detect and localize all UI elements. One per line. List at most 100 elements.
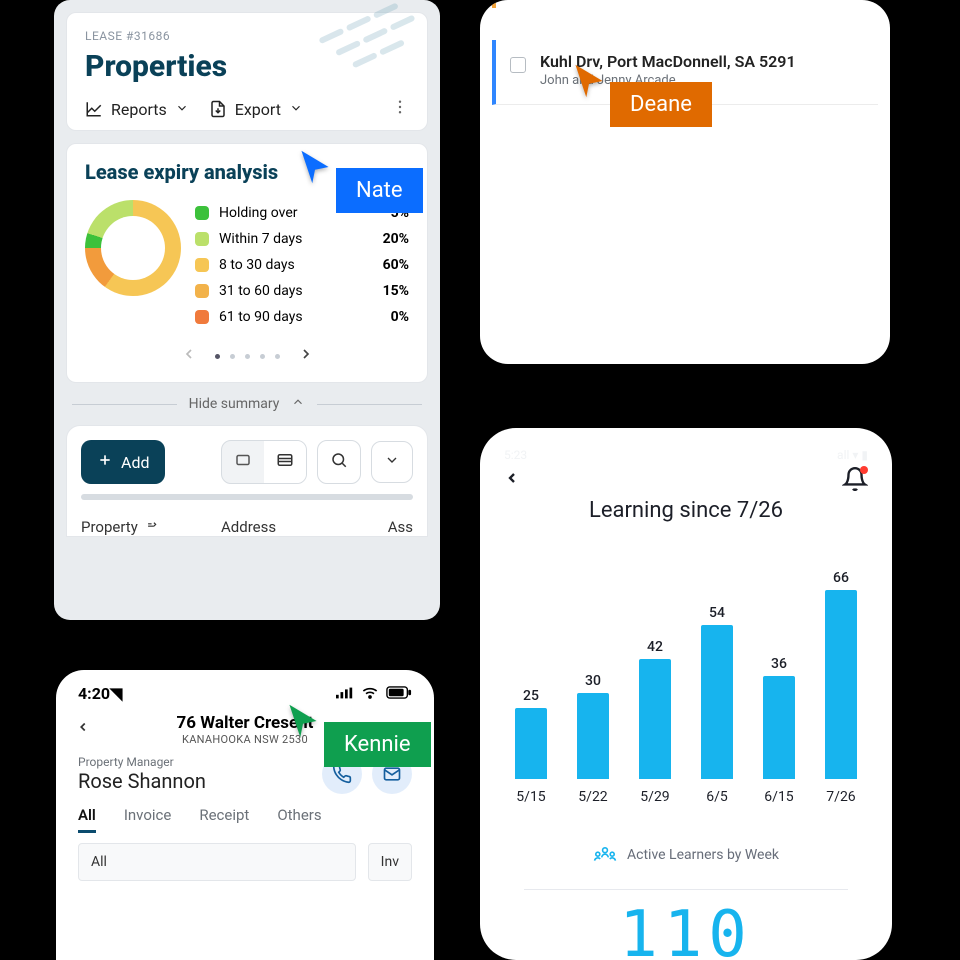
lease-expiry-donut-chart <box>85 200 181 296</box>
bar-chart: 253042543666 <box>508 549 864 779</box>
learners-big-number: 110 <box>504 898 868 960</box>
properties-table-card: Add Property Address Ass <box>66 425 428 537</box>
chevron-down-icon <box>289 100 303 119</box>
xaxis-tick: 5/15 <box>508 789 554 805</box>
view-card-button[interactable] <box>222 441 264 483</box>
bar <box>639 659 671 779</box>
collab-cursor-deane: Deane <box>572 62 712 127</box>
wifi-icon <box>362 684 378 703</box>
cursor-icon <box>286 702 320 740</box>
bar <box>701 625 733 779</box>
phone-icon <box>332 764 352 784</box>
chevron-up-icon <box>291 395 305 413</box>
xaxis-tick: 5/22 <box>570 789 616 805</box>
tab-all[interactable]: All <box>78 806 96 833</box>
xaxis-tick: 6/15 <box>756 789 802 805</box>
column-address[interactable]: Address <box>221 518 276 536</box>
hide-summary-label: Hide summary <box>189 396 280 412</box>
divider <box>524 889 848 890</box>
search-button[interactable] <box>317 440 361 484</box>
legend-row: 31 to 60 days15% <box>195 278 409 304</box>
expand-button[interactable] <box>371 441 413 483</box>
column-ass[interactable]: Ass <box>388 518 413 536</box>
more-menu-button[interactable] <box>391 98 409 120</box>
bar <box>825 590 857 779</box>
add-button[interactable]: Add <box>81 440 165 484</box>
chart-xaxis: 5/15 5/22 5/29 6/5 6/15 7/26 <box>508 789 864 805</box>
bar-value-label: 25 <box>523 688 539 704</box>
bar <box>515 708 547 779</box>
column-property[interactable]: Property <box>81 518 211 536</box>
property-list-panel: Kuhl Drv, Port MacDonnell, SA 5291 John … <box>480 0 890 364</box>
tab-receipt[interactable]: Receipt <box>199 806 249 833</box>
row-checkbox[interactable] <box>510 57 526 73</box>
horizontal-scrollbar[interactable] <box>81 494 413 500</box>
list-row-cut <box>492 0 878 8</box>
bar-column: 66 <box>818 570 864 779</box>
back-button[interactable] <box>504 466 520 496</box>
bar-column: 25 <box>508 688 554 779</box>
collab-cursor-kennie: Kennie <box>286 702 431 767</box>
plus-icon <box>97 452 113 472</box>
notifications-button[interactable] <box>842 466 868 496</box>
table-header: Property Address Ass <box>81 518 413 536</box>
pager-prev-button[interactable] <box>181 346 197 366</box>
bar-column: 36 <box>756 656 802 779</box>
cursor-label: Kennie <box>324 722 431 767</box>
xaxis-tick: 7/26 <box>818 789 864 805</box>
export-label: Export <box>235 100 281 119</box>
legend-row: Within 7 days20% <box>195 226 409 252</box>
people-icon <box>593 845 617 865</box>
chart-icon <box>85 100 103 118</box>
phone-statusbar: 5:23all ▾ ▮ <box>504 448 868 462</box>
chevron-down-icon <box>384 452 400 468</box>
bar-column: 54 <box>694 605 740 779</box>
search-icon <box>330 451 348 469</box>
view-toggle <box>221 440 307 484</box>
pager-dots <box>215 354 280 359</box>
filter-all-dropdown[interactable]: All <box>78 843 356 881</box>
tab-invoice[interactable]: Invoice <box>124 806 172 833</box>
bar-value-label: 66 <box>833 570 849 586</box>
sort-icon <box>144 518 158 536</box>
bar <box>577 693 609 779</box>
add-label: Add <box>121 453 149 472</box>
export-button[interactable]: Export <box>209 100 303 119</box>
pm-label: Property Manager <box>78 755 206 769</box>
filter-inv-dropdown[interactable]: Inv <box>368 843 412 881</box>
download-icon <box>209 100 227 118</box>
properties-panel: LEASE #31686 Properties Reports Export <box>54 0 440 620</box>
cursor-label: Nate <box>336 168 423 213</box>
back-button[interactable] <box>76 717 90 743</box>
tab-others[interactable]: Others <box>277 806 321 833</box>
bar-column: 30 <box>570 673 616 779</box>
bar <box>763 676 795 779</box>
learning-chart-panel: 5:23all ▾ ▮ Learning since 7/26 25304254… <box>480 428 892 960</box>
detail-tabs: All Invoice Receipt Others <box>56 794 434 833</box>
pager-next-button[interactable] <box>298 346 314 366</box>
cursor-icon <box>572 62 606 100</box>
card-pager <box>85 346 409 366</box>
xaxis-tick: 5/29 <box>632 789 678 805</box>
battery-icon <box>386 684 412 703</box>
chart-legend: Active Learners by Week <box>504 845 868 865</box>
status-time: 4:20◥ <box>78 684 122 703</box>
bar-value-label: 30 <box>585 673 601 689</box>
bar-value-label: 54 <box>709 605 725 621</box>
legend-row: 61 to 90 days0% <box>195 304 409 330</box>
cursor-icon <box>298 148 332 186</box>
phone-statusbar: 4:20◥ <box>56 670 434 703</box>
view-list-button[interactable] <box>264 441 306 483</box>
pm-name: Rose Shannon <box>78 769 206 793</box>
reports-label: Reports <box>111 100 167 119</box>
chevron-down-icon <box>175 100 189 119</box>
hide-summary-toggle[interactable]: Hide summary <box>72 395 422 413</box>
xaxis-tick: 6/5 <box>694 789 740 805</box>
notification-dot <box>860 466 868 474</box>
lease-expiry-legend: Holding over5% Within 7 days20% 8 to 30 … <box>195 200 409 330</box>
reports-button[interactable]: Reports <box>85 100 189 119</box>
location-arrow-icon: ◥ <box>110 684 122 703</box>
chart-legend-label: Active Learners by Week <box>627 847 779 863</box>
cursor-label: Deane <box>610 82 712 127</box>
mail-icon <box>382 764 402 784</box>
